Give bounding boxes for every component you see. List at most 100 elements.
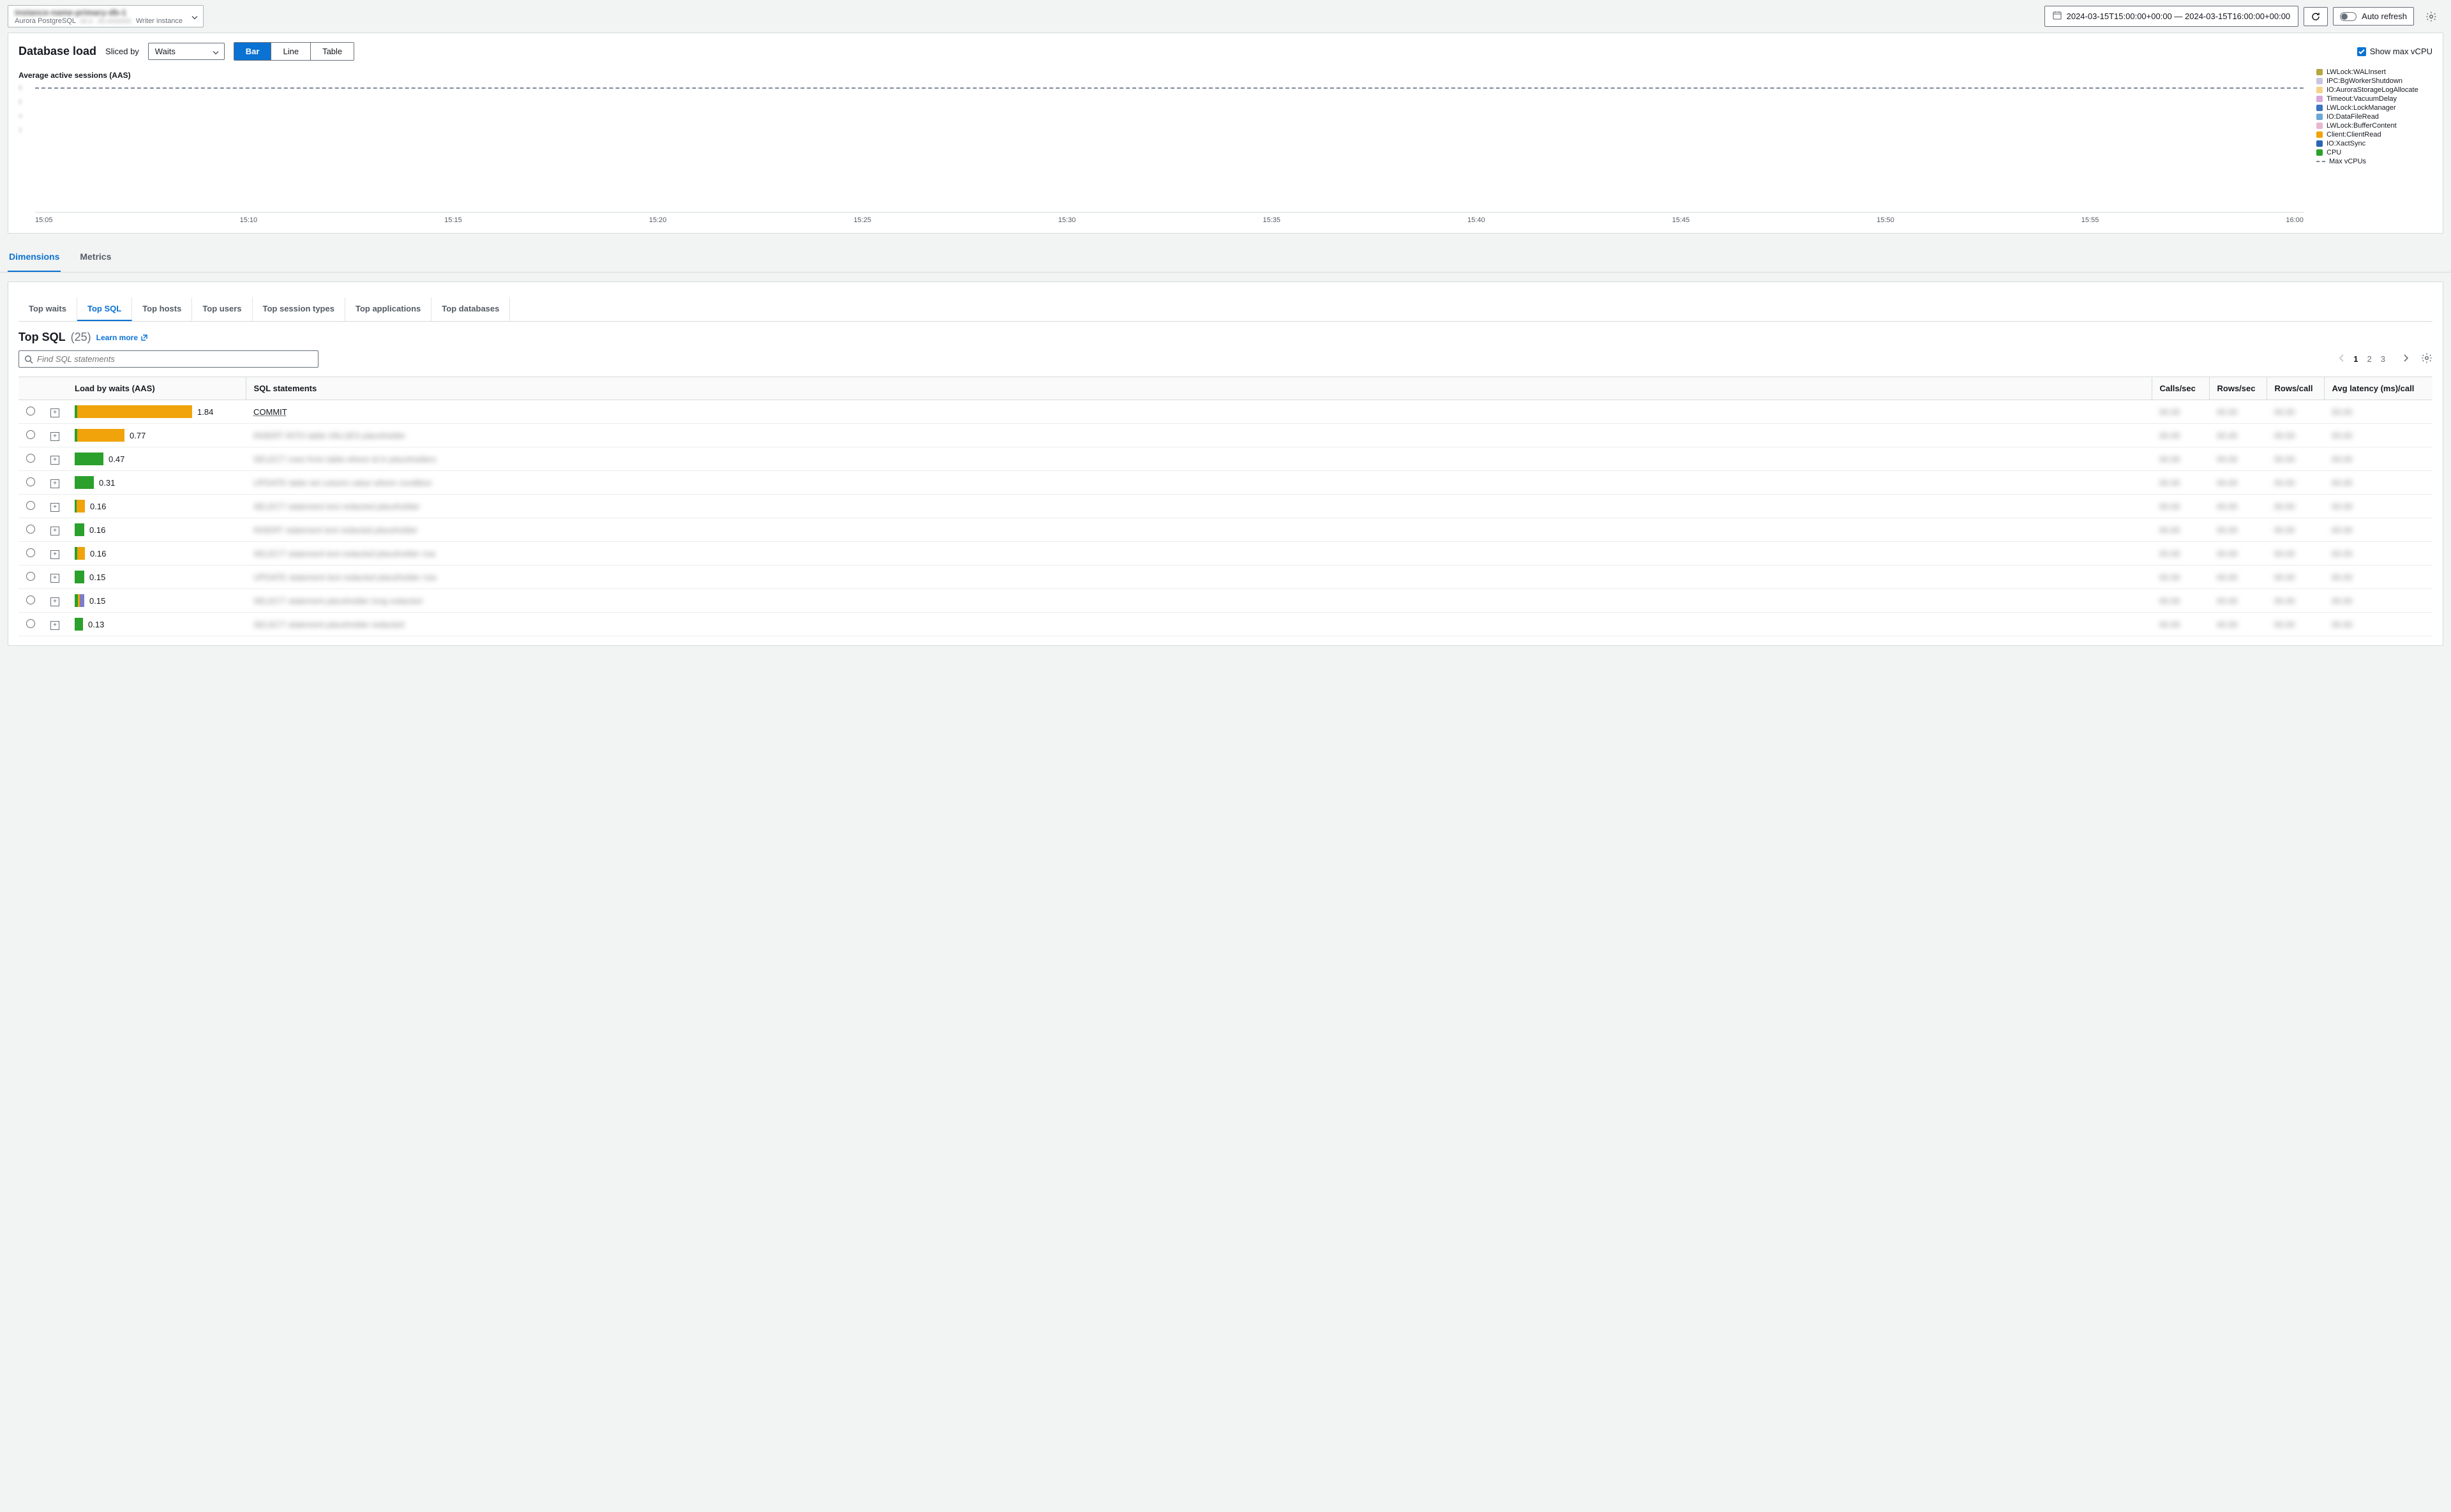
- view-line-button[interactable]: Line: [271, 43, 310, 60]
- refresh-button[interactable]: [2304, 7, 2328, 26]
- view-table-button[interactable]: Table: [310, 43, 354, 60]
- sql-statement[interactable]: SELECT statement placeholder redacted: [253, 620, 404, 629]
- section-count: (25): [71, 331, 91, 344]
- metric-value: 00.00: [2217, 620, 2238, 629]
- row-radio[interactable]: [26, 407, 35, 415]
- sql-statement[interactable]: UPDATE table set column value where cond…: [253, 478, 431, 488]
- col-sql[interactable]: SQL statements: [246, 377, 2152, 400]
- tab-dimensions[interactable]: Dimensions: [8, 243, 61, 272]
- metric-value: 00.00: [2159, 478, 2180, 488]
- row-radio[interactable]: [26, 572, 35, 581]
- legend-label: Client:ClientRead: [2327, 131, 2381, 138]
- view-bar-button[interactable]: Bar: [234, 43, 271, 60]
- sql-search-field[interactable]: [37, 354, 313, 364]
- row-expand[interactable]: +: [50, 550, 59, 559]
- row-radio[interactable]: [26, 595, 35, 604]
- instance-engine: Aurora PostgreSQL: [15, 17, 76, 25]
- metric-value: 00.00: [2332, 525, 2353, 535]
- metric-value: 00.00: [2217, 407, 2238, 417]
- sql-statement[interactable]: INSERT statement text redacted placehold…: [253, 525, 418, 535]
- row-expand[interactable]: +: [50, 456, 59, 465]
- row-radio[interactable]: [26, 619, 35, 628]
- row-expand[interactable]: +: [50, 432, 59, 441]
- legend-item[interactable]: LWLock:BufferContent: [2316, 122, 2432, 130]
- subtab-top-users[interactable]: Top users: [192, 297, 252, 321]
- row-expand[interactable]: +: [50, 597, 59, 606]
- show-max-vcpu-label: Show max vCPU: [2370, 47, 2432, 56]
- show-max-vcpu-checkbox[interactable]: Show max vCPU: [2357, 47, 2432, 56]
- subtab-top-waits[interactable]: Top waits: [19, 297, 77, 321]
- learn-more-link[interactable]: Learn more: [96, 333, 148, 342]
- row-radio[interactable]: [26, 454, 35, 463]
- row-expand[interactable]: +: [50, 527, 59, 535]
- load-value: 1.84: [197, 407, 213, 417]
- settings-button[interactable]: [2419, 7, 2443, 26]
- col-rows[interactable]: Rows/sec: [2209, 377, 2267, 400]
- legend-item[interactable]: IO:DataFileRead: [2316, 113, 2432, 121]
- legend-item[interactable]: Max vCPUs: [2316, 158, 2432, 165]
- legend-label: LWLock:BufferContent: [2327, 122, 2397, 130]
- legend-item[interactable]: LWLock:WALInsert: [2316, 68, 2432, 76]
- sql-statement[interactable]: COMMIT: [253, 407, 287, 417]
- subtab-top-hosts[interactable]: Top hosts: [132, 297, 192, 321]
- row-radio[interactable]: [26, 501, 35, 510]
- row-expand[interactable]: +: [50, 408, 59, 417]
- legend-swatch: [2316, 69, 2323, 75]
- metric-value: 00.00: [2159, 454, 2180, 464]
- row-expand[interactable]: +: [50, 503, 59, 512]
- subtab-top-databases[interactable]: Top databases: [431, 297, 510, 321]
- gear-icon: [2421, 352, 2432, 364]
- tab-metrics[interactable]: Metrics: [79, 243, 112, 272]
- page-3[interactable]: 3: [2381, 354, 2385, 364]
- load-value: 0.47: [109, 454, 124, 464]
- metric-value: 00.00: [2217, 525, 2238, 535]
- subtab-top-applications[interactable]: Top applications: [345, 297, 431, 321]
- metric-value: 00.00: [2274, 478, 2295, 488]
- table-row: +0.15SELECT statement placeholder long r…: [19, 589, 2432, 613]
- sql-search-input[interactable]: [19, 350, 319, 368]
- subtab-top-session-types[interactable]: Top session types: [253, 297, 345, 321]
- page-prev[interactable]: [2339, 354, 2344, 364]
- auto-refresh-toggle[interactable]: Auto refresh: [2333, 7, 2414, 26]
- load-value: 0.31: [99, 478, 115, 488]
- row-radio[interactable]: [26, 430, 35, 439]
- legend-item[interactable]: LWLock:LockManager: [2316, 104, 2432, 112]
- time-range-picker[interactable]: 2024-03-15T15:00:00+00:00 — 2024-03-15T1…: [2044, 6, 2299, 27]
- row-expand[interactable]: +: [50, 479, 59, 488]
- x-tick: 15:40: [1467, 216, 1485, 224]
- page-next[interactable]: [2403, 354, 2408, 364]
- legend-item[interactable]: IPC:BgWorkerShutdown: [2316, 77, 2432, 85]
- row-radio[interactable]: [26, 525, 35, 534]
- row-radio[interactable]: [26, 477, 35, 486]
- sql-statement[interactable]: INSERT INTO table VALUES placeholder: [253, 431, 405, 440]
- page-1[interactable]: 1: [2353, 354, 2358, 364]
- metric-value: 00.00: [2332, 620, 2353, 629]
- col-load[interactable]: Load by waits (AAS): [67, 377, 246, 400]
- legend-item[interactable]: IO:AuroraStorageLogAllocate: [2316, 86, 2432, 94]
- sql-statement[interactable]: SELECT rows from table where id in place…: [253, 454, 437, 464]
- row-expand[interactable]: +: [50, 621, 59, 630]
- subtab-top-sql[interactable]: Top SQL: [77, 297, 132, 321]
- metric-value: 00.00: [2332, 431, 2353, 440]
- col-latency[interactable]: Avg latency (ms)/call: [2324, 377, 2432, 400]
- sql-statement[interactable]: UPDATE statement text redacted placehold…: [253, 573, 437, 582]
- col-rowscall[interactable]: Rows/call: [2267, 377, 2324, 400]
- col-calls[interactable]: Calls/sec: [2152, 377, 2209, 400]
- legend-label: CPU: [2327, 149, 2341, 156]
- instance-selector[interactable]: instance-name-primary-db-1 Aurora Postgr…: [8, 5, 204, 27]
- aas-bar-chart[interactable]: [35, 85, 2304, 213]
- legend-item[interactable]: Client:ClientRead: [2316, 131, 2432, 138]
- legend-item[interactable]: Timeout:VacuumDelay: [2316, 95, 2432, 103]
- load-value: 0.15: [89, 573, 105, 582]
- sql-statement[interactable]: SELECT statement text redacted placehold…: [253, 502, 420, 511]
- legend-item[interactable]: CPU: [2316, 149, 2432, 156]
- slice-by-select[interactable]: Waits: [148, 43, 225, 60]
- table-settings-button[interactable]: [2421, 352, 2432, 366]
- page-2[interactable]: 2: [2367, 354, 2372, 364]
- legend-item[interactable]: IO:XactSync: [2316, 140, 2432, 147]
- refresh-icon: [2311, 11, 2321, 22]
- sql-statement[interactable]: SELECT statement text redacted placehold…: [253, 549, 435, 558]
- row-radio[interactable]: [26, 548, 35, 557]
- row-expand[interactable]: +: [50, 574, 59, 583]
- sql-statement[interactable]: SELECT statement placeholder long redact…: [253, 596, 422, 606]
